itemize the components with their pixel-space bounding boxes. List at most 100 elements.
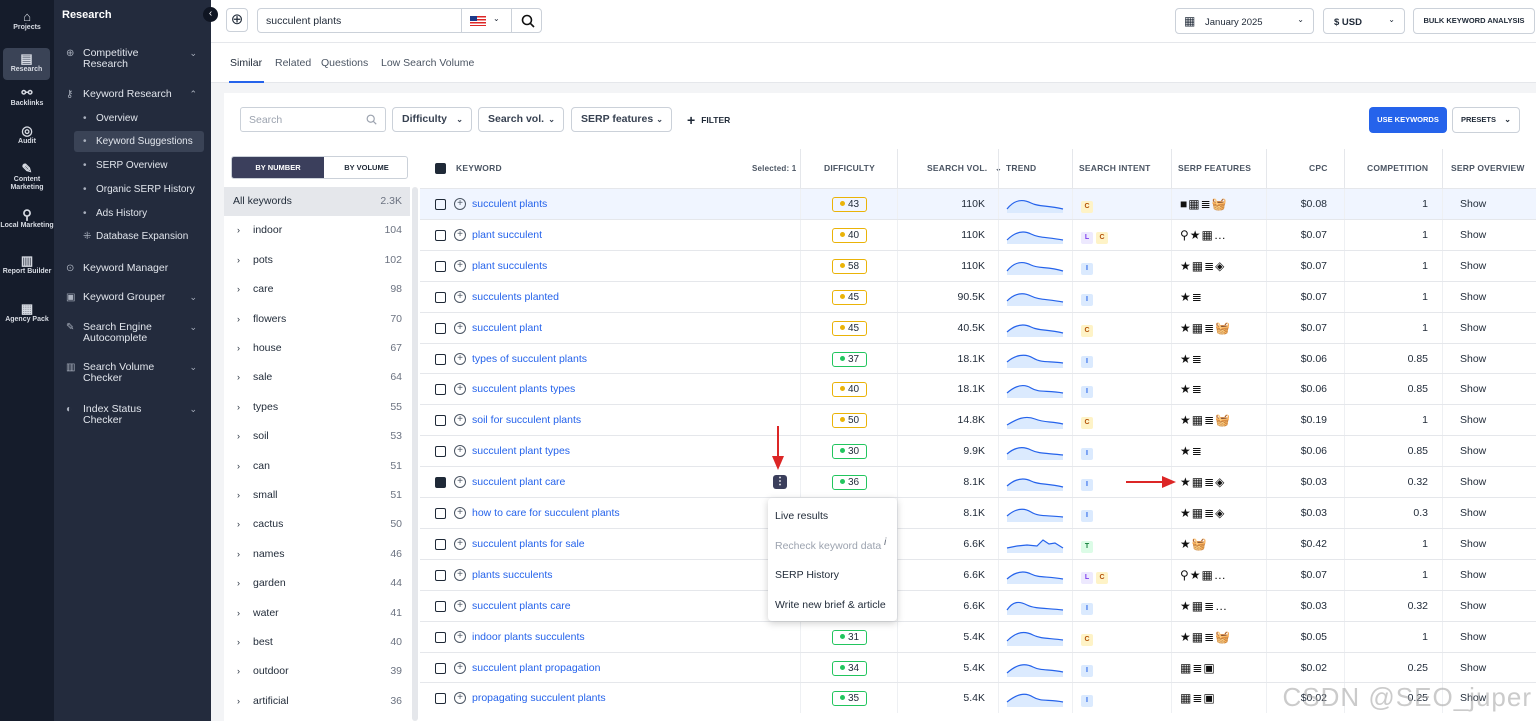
- group-list-scrollbar[interactable]: [412, 187, 418, 721]
- add-keyword-icon[interactable]: +: [454, 537, 466, 550]
- sidebar-subitem-serp-overview[interactable]: • SERP Overview: [74, 155, 204, 176]
- tab-similar[interactable]: Similar: [230, 57, 262, 69]
- table-row[interactable]: + succulent plants care 6.6K I ★▦≣… $0.03 0.32…: [420, 589, 1536, 621]
- keyword-link[interactable]: succulent plant types: [472, 436, 570, 466]
- presets-dropdown[interactable]: PRESETS ⌄: [1452, 107, 1520, 133]
- sidebar-item-keyword-research[interactable]: ⚷ Keyword Research ⌃: [64, 89, 203, 101]
- more-options-icon[interactable]: ⋮: [773, 475, 787, 490]
- row-checkbox[interactable]: [435, 291, 446, 303]
- row-checkbox[interactable]: [435, 446, 446, 458]
- by-volume-toggle[interactable]: BY VOLUME: [324, 157, 407, 178]
- keyword-group-item[interactable]: › pots 102: [224, 246, 410, 275]
- keyword-group-item[interactable]: › sale 64: [224, 363, 410, 392]
- row-checkbox[interactable]: [435, 569, 446, 581]
- by-number-toggle[interactable]: BY NUMBER: [232, 157, 324, 178]
- keyword-link[interactable]: succulent plant care: [472, 467, 565, 497]
- table-row[interactable]: + succulent plant care ⋮ 36 8.1K I ★▦≣◈ $0.03 0.…: [420, 466, 1536, 498]
- serp-overview-link[interactable]: Show: [1460, 189, 1486, 219]
- add-keyword-icon[interactable]: +: [454, 414, 466, 427]
- table-row[interactable]: + succulent plants types 40 18.1K I ★≣ $0.06 0.…: [420, 373, 1536, 405]
- difficulty-column-header[interactable]: DIFFICULTY: [824, 149, 875, 188]
- add-keyword-icon[interactable]: +: [454, 661, 466, 674]
- sidebar-item-index-status-checker[interactable]: ◐ Index Status Checker ⌄: [64, 404, 203, 426]
- nav-report-builder[interactable]: ▥ Report Builder: [0, 254, 54, 276]
- keyword-link[interactable]: succulent plants: [472, 189, 547, 219]
- keyword-link[interactable]: succulent plants care: [472, 591, 571, 621]
- keyword-link[interactable]: plant succulent: [472, 220, 542, 250]
- add-project-button[interactable]: ⊕: [226, 8, 248, 32]
- keyword-group-item[interactable]: › soil 53: [224, 422, 410, 451]
- row-checkbox[interactable]: [435, 415, 446, 427]
- row-checkbox[interactable]: [435, 538, 446, 550]
- serp-overview-link[interactable]: Show: [1460, 436, 1486, 466]
- nav-content-marketing[interactable]: ✎ Content Marketing: [0, 162, 54, 192]
- context-menu-item-live-results[interactable]: Live results: [775, 502, 828, 531]
- keyword-link[interactable]: plant succulents: [472, 251, 547, 281]
- sidebar-item-competitive-research[interactable]: ⊕ Competitive Research ⌄: [64, 48, 203, 70]
- context-menu-item-serp-history[interactable]: SERP History: [775, 561, 839, 590]
- serp-overview-link[interactable]: Show: [1460, 374, 1486, 404]
- add-keyword-icon[interactable]: +: [454, 630, 466, 643]
- keyword-group-item[interactable]: › cactus 50: [224, 510, 410, 539]
- search-button[interactable]: [511, 9, 542, 32]
- keyword-group-item[interactable]: › can 51: [224, 452, 410, 481]
- tab-low-search-volume[interactable]: Low Search Volume: [381, 57, 474, 69]
- tab-questions[interactable]: Questions: [321, 57, 368, 69]
- context-menu-item-write-new-brief-article[interactable]: Write new brief & article: [775, 591, 886, 620]
- nav-projects[interactable]: ⌂ Projects: [0, 10, 54, 32]
- row-checkbox[interactable]: [435, 477, 446, 489]
- add-keyword-icon[interactable]: +: [454, 290, 466, 303]
- keyword-link[interactable]: succulent plant propagation: [472, 653, 600, 683]
- serp-overview-link[interactable]: Show: [1460, 560, 1486, 590]
- sidebar-item-keyword-manager[interactable]: ⊙ Keyword Manager: [64, 263, 203, 275]
- keyword-group-item[interactable]: › types 55: [224, 393, 410, 422]
- currency-selector[interactable]: $ USD ⌄: [1323, 8, 1405, 34]
- serp-overview-link[interactable]: Show: [1460, 344, 1486, 374]
- nav-audit[interactable]: ◎ Audit: [0, 124, 54, 146]
- row-checkbox[interactable]: [435, 229, 446, 241]
- keyword-group-item[interactable]: › garden 44: [224, 569, 410, 598]
- keyword-group-item[interactable]: › outdoor 39: [224, 657, 410, 686]
- row-checkbox[interactable]: [435, 693, 446, 705]
- keyword-filter-search-field[interactable]: Search: [240, 107, 386, 132]
- row-checkbox[interactable]: [435, 508, 446, 519]
- row-checkbox[interactable]: [435, 322, 446, 334]
- keyword-group-item[interactable]: › flowers 70: [224, 305, 410, 334]
- nav-agency-pack[interactable]: ▦ Agency Pack: [0, 302, 54, 324]
- serp-overview-link[interactable]: Show: [1460, 529, 1486, 559]
- add-keyword-icon[interactable]: +: [454, 228, 466, 241]
- date-selector[interactable]: ▦ January 2025 ⌄: [1175, 8, 1314, 34]
- keyword-link[interactable]: succulents planted: [472, 282, 559, 312]
- serp-overview-link[interactable]: Show: [1460, 220, 1486, 250]
- keyword-link[interactable]: succulent plants for sale: [472, 529, 585, 559]
- keyword-link[interactable]: succulent plant: [472, 313, 542, 343]
- keyword-group-item[interactable]: › water 41: [224, 599, 410, 628]
- sidebar-subitem-database-expansion[interactable]: ⁜ Database Expansion: [74, 226, 204, 247]
- add-keyword-icon[interactable]: +: [454, 568, 466, 581]
- nav-local-marketing[interactable]: ⚲ Local Marketing: [0, 208, 54, 230]
- search-input[interactable]: succulent plants: [266, 15, 341, 27]
- table-row[interactable]: + succulent plant propagation 34 5.4K I ▦≣▣ $0…: [420, 651, 1536, 683]
- search-intent-column-header[interactable]: SEARCH INTENT: [1079, 149, 1151, 188]
- serp-features-filter-dropdown[interactable]: SERP features ⌄: [571, 107, 672, 132]
- row-checkbox[interactable]: [435, 384, 446, 396]
- table-row[interactable]: + succulent plant types 30 9.9K I ★≣ $0.06 0.85…: [420, 435, 1536, 467]
- serp-overview-link[interactable]: Show: [1460, 467, 1486, 497]
- serp-overview-link[interactable]: Show: [1460, 251, 1486, 281]
- use-keywords-button[interactable]: USE KEYWORDS: [1369, 107, 1447, 133]
- table-row[interactable]: + succulents planted 45 90.5K I ★≣ $0.07 1 Show: [420, 280, 1536, 312]
- add-keyword-icon[interactable]: +: [454, 321, 466, 334]
- keyword-column-header[interactable]: KEYWORD: [456, 149, 502, 188]
- sidebar-item-search-engine-autocomplete[interactable]: ✎ Search Engine Autocomplete ⌄: [64, 322, 203, 344]
- select-all-checkbox[interactable]: [435, 163, 446, 174]
- row-checkbox[interactable]: [435, 600, 446, 612]
- keyword-link[interactable]: how to care for succulent plants: [472, 498, 620, 528]
- table-row[interactable]: + succulent plants for sale 6.6K T ★🧺 $0.42 1 S…: [420, 527, 1536, 559]
- keyword-link[interactable]: types of succulent plants: [472, 344, 587, 374]
- keyword-group-item[interactable]: › small 51: [224, 481, 410, 510]
- table-row[interactable]: + soil for succulent plants 50 14.8K C ★▦≣🧺 $0…: [420, 404, 1536, 436]
- keyword-group-item[interactable]: › care 98: [224, 275, 410, 304]
- cpc-column-header[interactable]: CPC: [1309, 149, 1328, 188]
- nav-backlinks[interactable]: ⚯ Backlinks: [0, 86, 54, 108]
- keyword-link[interactable]: indoor plants succulents: [472, 622, 585, 652]
